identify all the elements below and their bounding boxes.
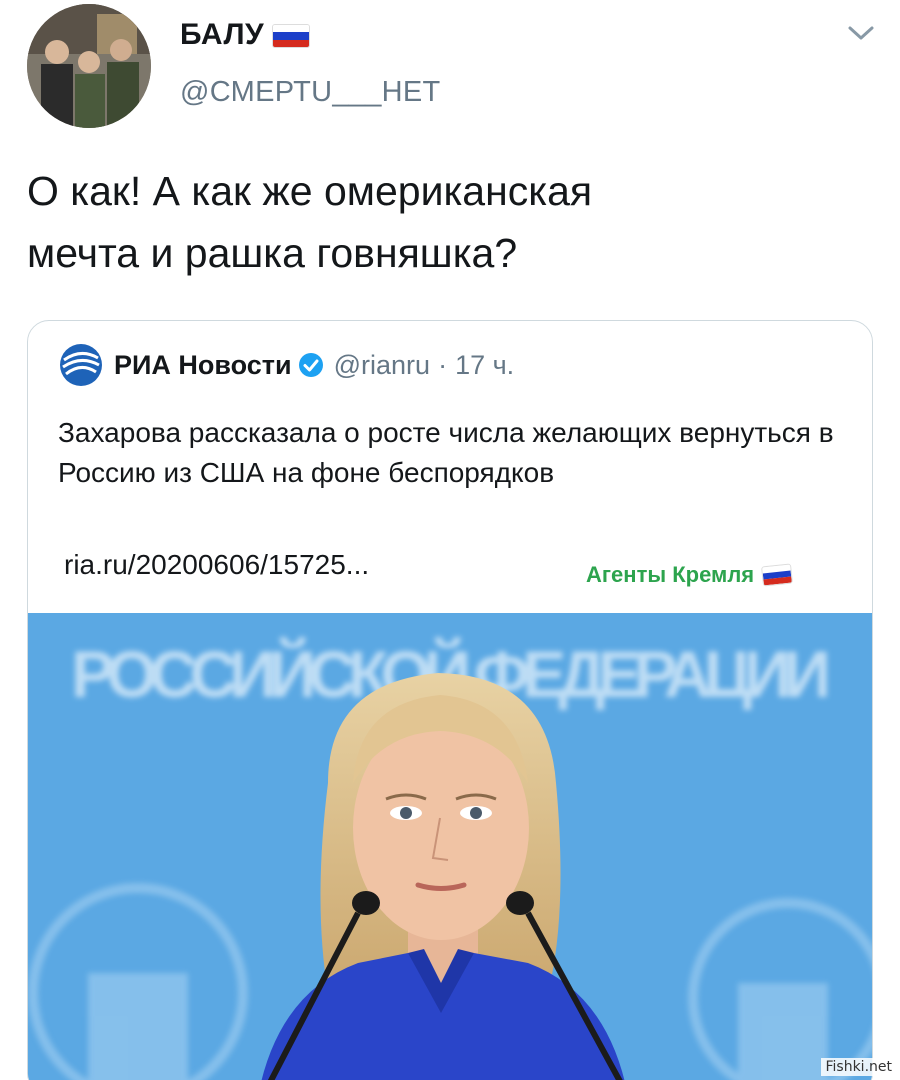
verified-badge-icon: [298, 353, 323, 377]
site-watermark: Fishki.net: [821, 1058, 896, 1076]
quoted-tweet-link[interactable]: ria.ru/20200606/15725...: [64, 549, 369, 581]
quoted-tweet-text: Захарова рассказала о росте числа желающ…: [58, 417, 834, 488]
russia-flag-icon: [761, 563, 794, 587]
quoted-author-handle[interactable]: @rianru: [334, 350, 430, 381]
avatar[interactable]: [27, 4, 151, 128]
tweet-text: О как! А как же омериканская мечта и раш…: [27, 160, 867, 284]
meta-separator: ·: [438, 349, 448, 380]
tweet-text-line-1: О как! А как же омериканская: [27, 168, 593, 214]
quoted-tweet-card[interactable]: РИА Новости @rianru · 17 ч. Захарова рас…: [27, 320, 873, 1080]
quoted-tweet-image[interactable]: РОССИЙСКОЙ ФЕДЕРАЦИИ: [28, 613, 872, 1080]
display-name-text: БАЛУ: [180, 18, 265, 51]
press-briefing-photo: РОССИЙСКОЙ ФЕДЕРАЦИИ: [28, 613, 872, 1080]
quoted-author-name[interactable]: РИА Новости: [114, 350, 292, 381]
channel-watermark: Агенты Кремля: [586, 562, 794, 588]
display-name[interactable]: БАЛУ: [180, 18, 311, 52]
quoted-timestamp[interactable]: 17 ч.: [455, 350, 514, 381]
tweet-text-line-2: мечта и рашка говняшка?: [27, 230, 518, 276]
russia-flag-icon: [272, 24, 311, 49]
channel-watermark-text: Агенты Кремля: [586, 562, 755, 587]
chevron-down-icon[interactable]: [846, 22, 876, 44]
user-handle[interactable]: @СМЕРТU___НЕТ: [180, 76, 441, 109]
ria-logo-icon: [60, 344, 102, 386]
avatar-photo: [27, 4, 151, 128]
quoted-tweet-header: РИА Новости @rianru · 17 ч.: [58, 343, 514, 387]
